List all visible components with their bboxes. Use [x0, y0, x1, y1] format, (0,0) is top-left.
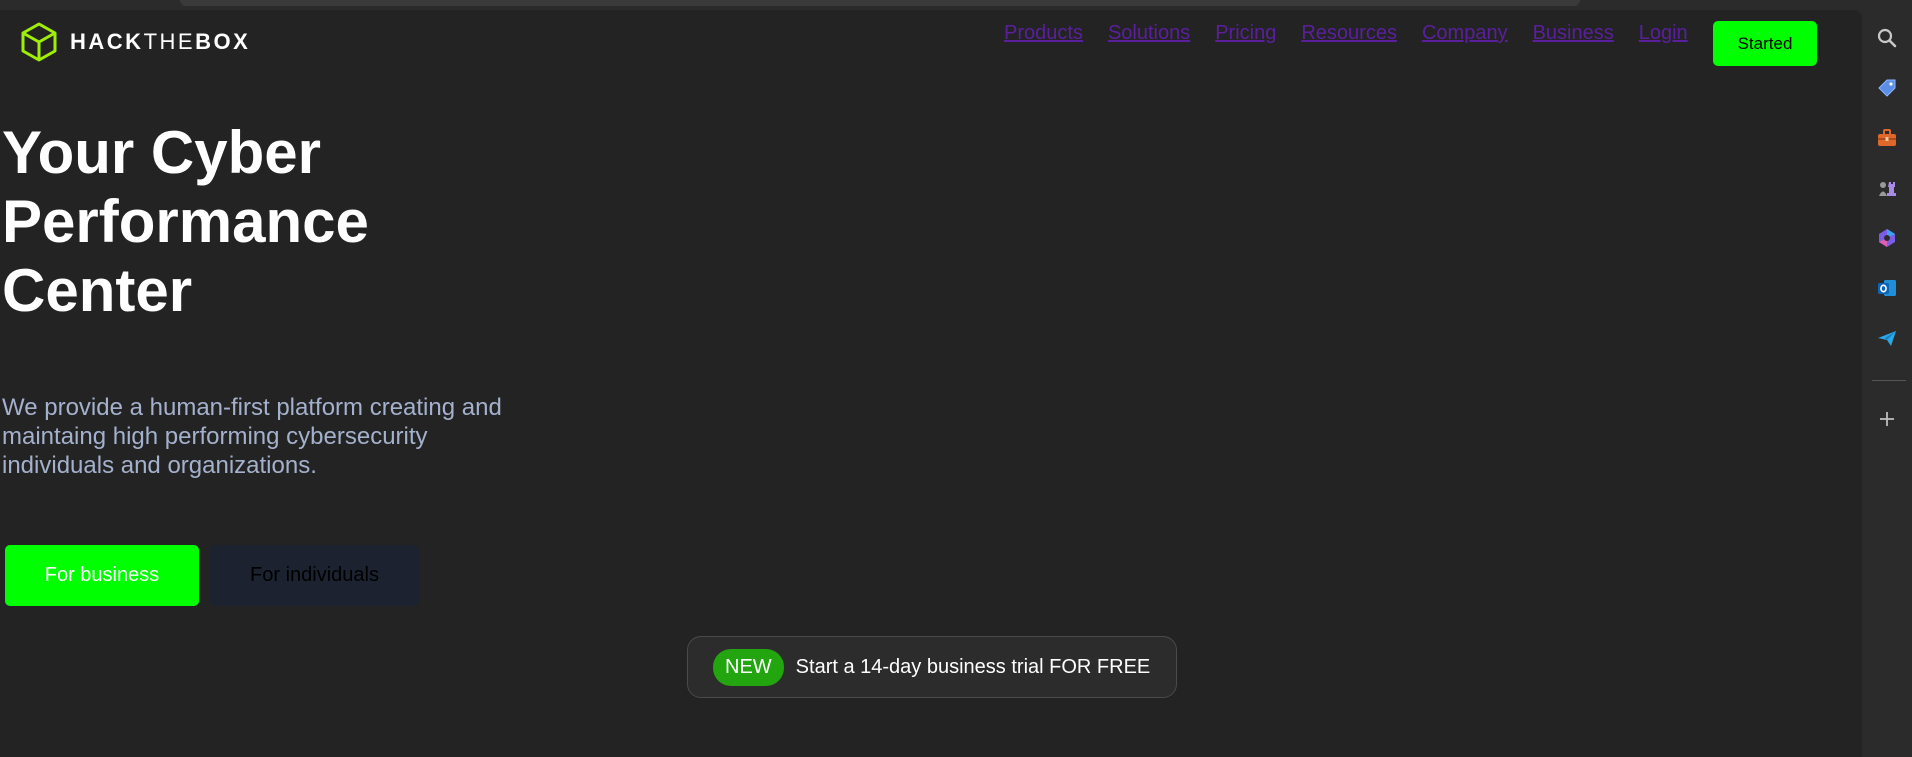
nav-link-resources[interactable]: Resources	[1301, 22, 1397, 45]
cube-logo-icon	[20, 22, 58, 62]
copilot-icon[interactable]	[1875, 226, 1899, 250]
hero-title: Your Cyber Performance Center	[2, 119, 369, 324]
get-started-button[interactable]: Started	[1713, 21, 1817, 66]
search-icon[interactable]	[1875, 26, 1899, 50]
tab-strip-bar	[180, 0, 1580, 6]
brand-part-the: THE	[143, 29, 196, 54]
outlook-icon[interactable]	[1875, 276, 1899, 300]
for-individuals-button[interactable]: For individuals	[210, 545, 419, 606]
browser-sidebar	[1862, 0, 1912, 757]
sidebar-divider	[1872, 380, 1906, 381]
nav-link-pricing[interactable]: Pricing	[1215, 22, 1276, 45]
nav-link-company[interactable]: Company	[1422, 22, 1508, 45]
hero-subtitle: We provide a human-first platform creati…	[2, 394, 502, 479]
toolbox-icon[interactable]	[1875, 126, 1899, 150]
brand-wordmark: HACKTHEBOX	[70, 29, 250, 55]
brand-part-hack: HACK	[70, 29, 144, 54]
trial-promo-banner[interactable]: NEW Start a 14-day business trial FOR FR…	[687, 636, 1177, 698]
browser-frame: HACKTHEBOX Products Solutions Pricing Re…	[0, 0, 1912, 757]
htb-logo[interactable]: HACKTHEBOX	[20, 22, 250, 62]
send-icon[interactable]	[1875, 326, 1899, 350]
nav-link-solutions[interactable]: Solutions	[1108, 22, 1190, 45]
new-badge: NEW	[713, 648, 784, 686]
brand-part-box: BOX	[195, 29, 251, 54]
promo-text: Start a 14-day business trial FOR FREE	[795, 655, 1151, 678]
for-business-button[interactable]: For business	[5, 545, 199, 606]
tag-icon[interactable]	[1875, 76, 1899, 100]
nav-link-products[interactable]: Products	[1004, 22, 1083, 45]
nav-link-business[interactable]: Business	[1533, 22, 1614, 45]
browser-top-strip	[0, 0, 1862, 10]
nav-link-login[interactable]: Login	[1639, 22, 1688, 45]
web-page: HACKTHEBOX Products Solutions Pricing Re…	[0, 10, 1862, 757]
chess-icon[interactable]	[1875, 176, 1899, 200]
main-nav: Products Solutions Pricing Resources Com…	[1004, 22, 1688, 45]
add-icon[interactable]	[1875, 407, 1899, 431]
